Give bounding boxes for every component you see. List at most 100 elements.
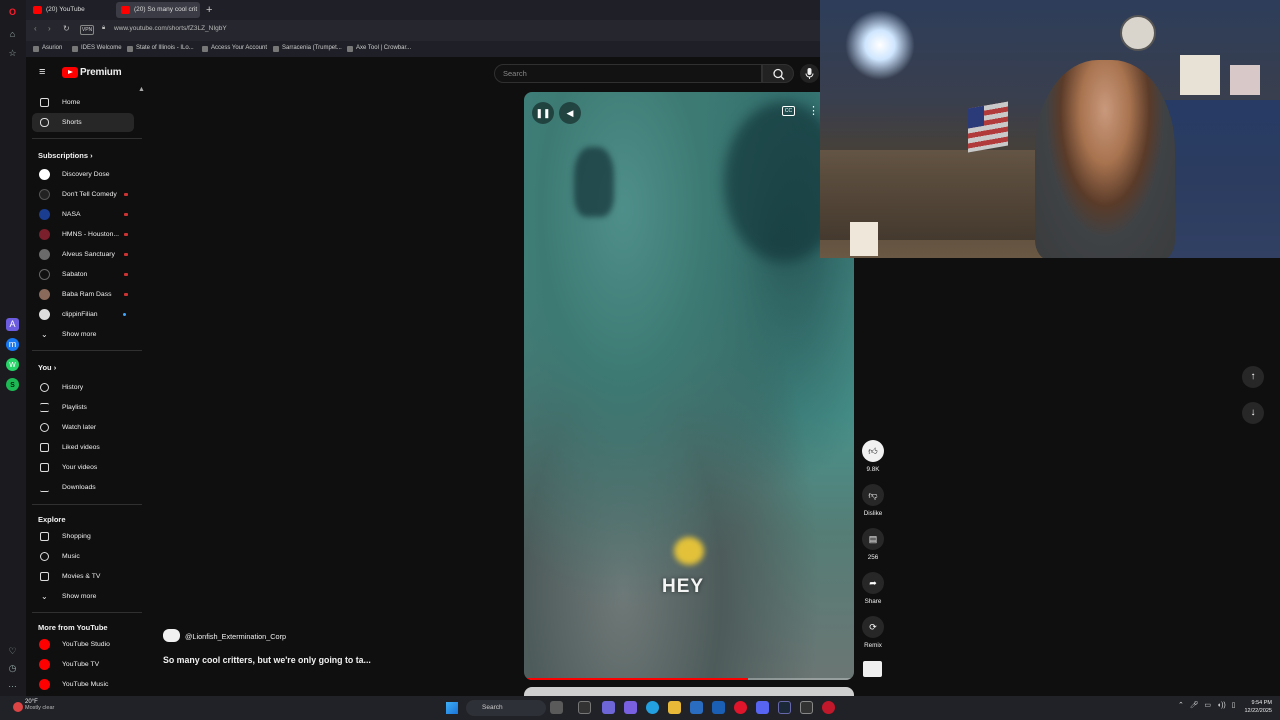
youtube-logo[interactable]: Premium [62,67,122,78]
volume-button[interactable]: ◀ [559,102,581,124]
task-view-icon[interactable] [550,701,563,714]
edge-icon[interactable] [646,701,659,714]
back-icon[interactable]: ‹ [34,24,37,33]
sidebar-item-history[interactable]: History [32,378,134,397]
sidebar-item-subscription[interactable]: Baba Ram Dass [32,285,134,304]
voice-search-button[interactable] [800,64,819,83]
divider [32,612,142,613]
pause-button[interactable]: ❚❚ [532,102,554,124]
file-explorer-icon[interactable] [668,701,681,714]
sidebar-item-youtube-music[interactable]: YouTube Music [32,675,134,694]
history-icon[interactable]: ◷ [6,662,19,675]
steam-icon[interactable] [778,701,791,714]
comments-button[interactable]: ▤ 256 [862,528,884,561]
sidebar-item-playlists[interactable]: Playlists [32,398,134,417]
audio-source-thumbnail[interactable] [863,661,882,677]
sidebar-item-subscription[interactable]: HMNS - Houston... [32,225,134,244]
sidebar-item-liked-videos[interactable]: Liked videos [32,438,134,457]
spotify-icon[interactable]: s [6,378,19,391]
webcam-detail [1180,55,1220,95]
search-input[interactable]: Search [494,64,762,83]
new-tab-button[interactable]: + [206,3,212,17]
system-tray[interactable]: ⌃ 🎤︎ ▭ ◖)) ▯ [1178,701,1235,709]
app-icon[interactable] [822,701,835,714]
messenger-icon[interactable]: m [6,338,19,351]
opera-icon[interactable] [734,701,747,714]
progress-bar[interactable] [524,678,854,680]
previous-short-button[interactable]: ↑ [1242,366,1264,388]
sidebar-item-shopping[interactable]: Shopping [32,527,134,546]
aria-icon[interactable]: A [6,318,19,331]
arrow-down-icon: ↓ [1250,407,1256,418]
star-icon[interactable]: ☆ [6,47,19,60]
sidebar-item-label: NASA [62,211,81,218]
sidebar-item-music[interactable]: Music [32,547,134,566]
sidebar-item-downloads[interactable]: Downloads [32,478,134,497]
like-button[interactable]: 👍︎ 9.8K [862,440,884,473]
more-options-icon[interactable]: ⋮ [808,104,819,117]
sidebar-item-subscription[interactable]: Alveus Sanctuary [32,245,134,264]
lock-icon[interactable]: 🔒︎ [102,25,105,32]
you-heading[interactable]: You › [38,363,56,372]
arrow-up-icon: ↑ [1250,371,1256,382]
bookmark-item[interactable]: State of Illinois - ILo... [127,45,194,52]
home-icon[interactable]: ⌂ [6,28,19,41]
sidebar-item-subscription[interactable]: NASA [32,205,134,224]
bookmark-item[interactable]: IDES Welcome [72,45,122,52]
url-field[interactable]: www.youtube.com/shorts/fZ3LZ_NIgbY [114,25,227,32]
sidebar-item-watch-later[interactable]: Watch later [32,418,134,437]
show-more-explore[interactable]: ⌄ Show more [32,587,134,606]
whatsapp-icon[interactable]: w [6,358,19,371]
widgets-icon[interactable] [578,701,591,714]
teams-icon[interactable] [602,701,615,714]
sidebar-item-subscription[interactable]: Don't Tell Comedy [32,185,134,204]
discord-icon[interactable] [756,701,769,714]
obs-icon[interactable] [800,701,813,714]
bookmark-item[interactable]: Asurion [33,45,62,52]
chevron-right-icon: › [90,151,93,160]
show-more-subscriptions[interactable]: ⌄ Show more [32,325,134,344]
dislike-button[interactable]: 👎︎ Dislike [862,484,884,517]
sidebar-item-your-videos[interactable]: Your videos [32,458,134,477]
outlook-icon[interactable] [712,701,725,714]
sidebar-item-movies-tv[interactable]: Movies & TV [32,567,134,586]
sidebar-item-youtube-tv[interactable]: YouTube TV [32,655,134,674]
captions-button[interactable]: CC [782,106,795,116]
reload-icon[interactable]: ↻ [63,24,70,33]
channel-avatar[interactable] [163,629,180,642]
short-video-player[interactable]: HEY ❚❚ ◀ CC ⋮ [524,92,854,680]
subscriptions-heading[interactable]: Subscriptions › [38,151,93,160]
taskbar-clock[interactable]: 9:54 PM 12/22/2025 [1238,699,1272,715]
sidebar-item-subscription[interactable]: Sabaton [32,265,134,284]
bookmark-item[interactable]: Sarracenia (Trumpet... [273,45,342,52]
search-button[interactable] [762,64,794,83]
store-icon[interactable] [690,701,703,714]
music-note-icon [40,552,49,561]
share-button[interactable]: ➦ Share [862,572,884,605]
heart-icon[interactable]: ♡ [6,645,19,658]
app-icon[interactable] [624,701,637,714]
menu-icon[interactable]: ≡ [39,66,45,78]
clock-icon [40,423,49,432]
taskbar-search[interactable]: Search [466,700,546,716]
sidebar-item-youtube-studio[interactable]: YouTube Studio [32,635,134,654]
short-title[interactable]: So many cool critters, but we're only go… [163,655,371,665]
sidebar-item-shorts[interactable]: Shorts [32,113,134,132]
bookmark-item[interactable]: Axe Tool | Crowbar... [347,45,411,52]
tab-youtube[interactable]: (20) YouTube [28,2,112,18]
sidebar-item-subscription[interactable]: clippinFilian [32,305,134,324]
sidebar-item-subscription[interactable]: Discovery Dose [32,165,134,184]
forward-icon[interactable]: › [48,24,51,33]
vpn-badge[interactable]: VPN [80,25,94,35]
bookmark-item[interactable]: Access Your Account [202,45,267,52]
weather-widget[interactable]: 20°F Mostly clear [11,699,71,712]
next-short-button[interactable]: ↓ [1242,402,1264,424]
scroll-up-icon[interactable]: ▲ [138,86,145,93]
remix-button[interactable]: ⟳ Remix [862,616,884,649]
sidebar-item-home[interactable]: Home [32,93,134,112]
more-icon[interactable]: … [6,678,19,691]
tab-short[interactable]: (20) So many cool crit [116,2,200,18]
start-button[interactable] [446,702,458,714]
channel-name[interactable]: @Lionfish_Extermination_Corp [185,632,286,641]
opera-logo-icon[interactable]: O [6,6,19,19]
